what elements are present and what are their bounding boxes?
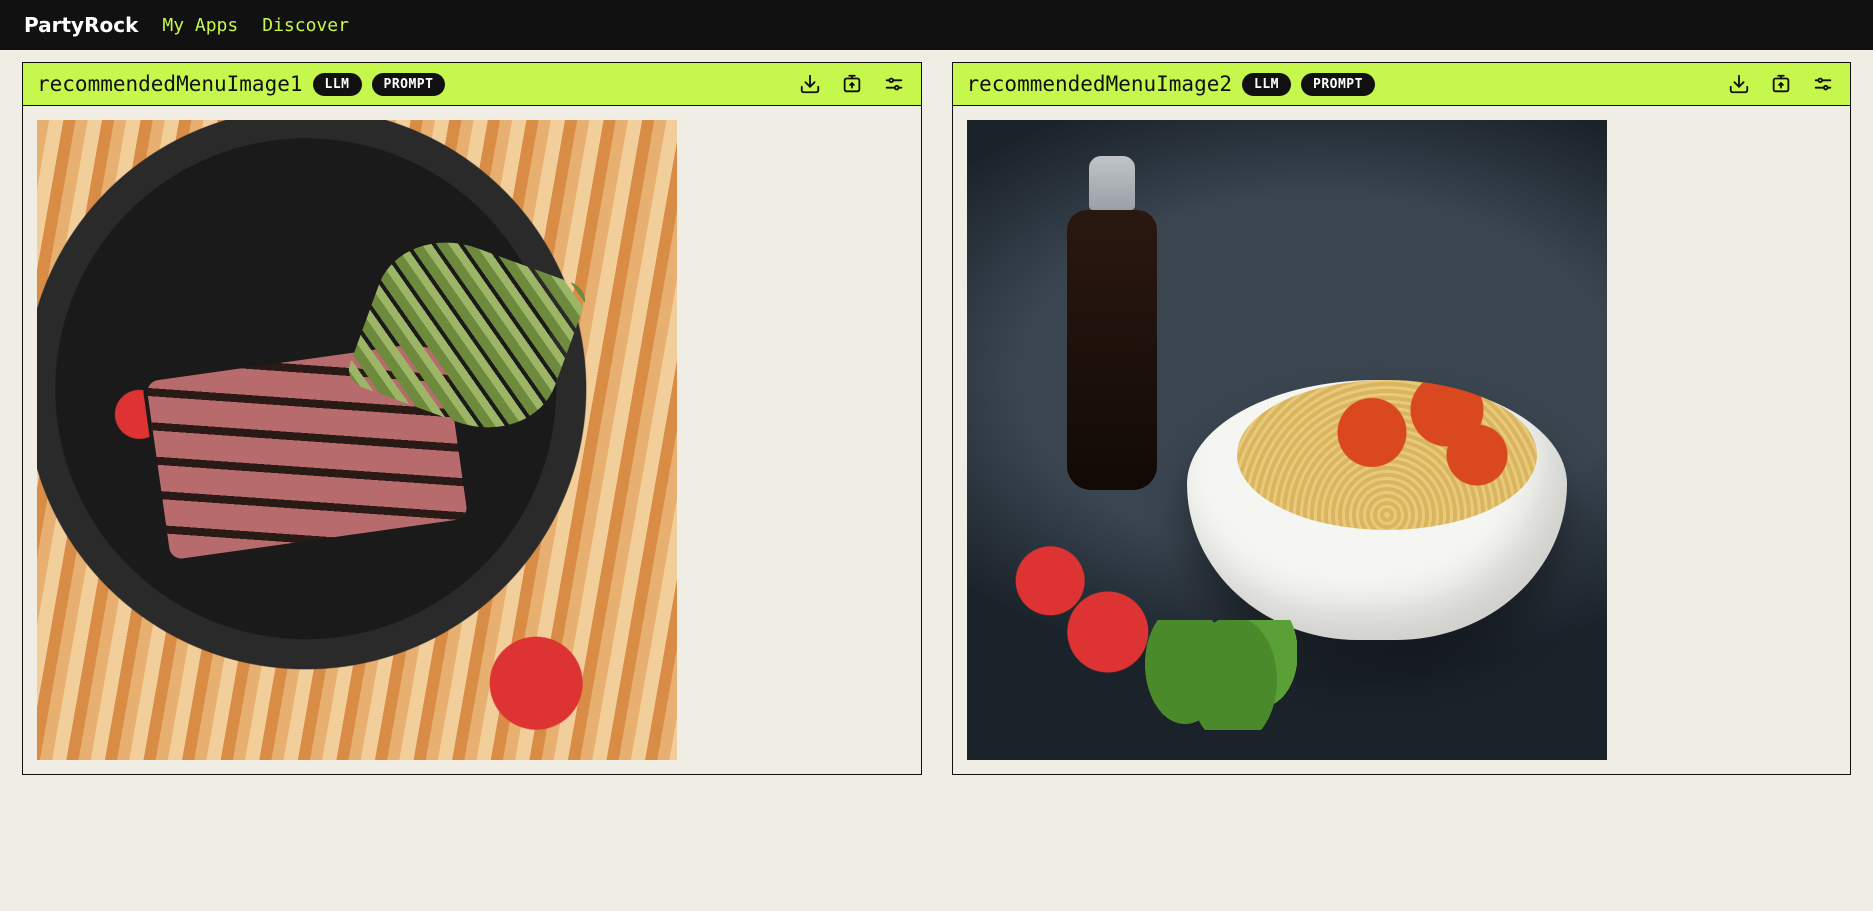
panel-title: recommendedMenuImage1 <box>37 72 303 96</box>
panel-recommended-menu-image-1: recommendedMenuImage1 LLM PROMPT <box>22 62 922 775</box>
retry-icon[interactable] <box>1768 71 1794 97</box>
settings-icon[interactable] <box>881 71 907 97</box>
image-decor <box>1137 620 1297 730</box>
badge-prompt[interactable]: PROMPT <box>372 73 446 96</box>
download-icon[interactable] <box>797 71 823 97</box>
badge-prompt[interactable]: PROMPT <box>1301 73 1375 96</box>
panel-header: recommendedMenuImage2 LLM PROMPT <box>953 63 1851 106</box>
panel-body <box>953 106 1851 774</box>
nav-my-apps[interactable]: My Apps <box>162 15 238 36</box>
generated-image[interactable] <box>37 120 677 760</box>
panel-title: recommendedMenuImage2 <box>967 72 1233 96</box>
download-icon[interactable] <box>1726 71 1752 97</box>
image-decor <box>1067 210 1157 490</box>
brand-logo[interactable]: PartyRock <box>24 13 138 37</box>
badge-llm[interactable]: LLM <box>313 73 362 96</box>
top-nav: PartyRock My Apps Discover <box>0 0 1873 50</box>
badge-llm[interactable]: LLM <box>1242 73 1291 96</box>
panel-recommended-menu-image-2: recommendedMenuImage2 LLM PROMPT <box>952 62 1852 775</box>
nav-discover[interactable]: Discover <box>262 15 349 36</box>
settings-icon[interactable] <box>1810 71 1836 97</box>
panel-body <box>23 106 921 774</box>
retry-icon[interactable] <box>839 71 865 97</box>
panel-header: recommendedMenuImage1 LLM PROMPT <box>23 63 921 106</box>
workspace: recommendedMenuImage1 LLM PROMPT recomme… <box>0 50 1873 775</box>
generated-image[interactable] <box>967 120 1607 760</box>
